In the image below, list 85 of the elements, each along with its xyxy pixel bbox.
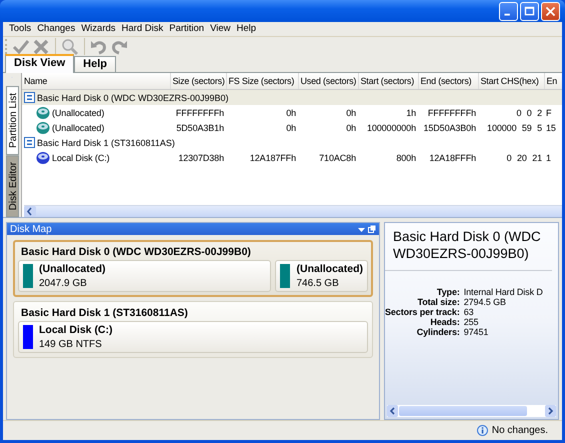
table-cell: FFFFFFFFh [176, 108, 224, 118]
disk-name: Basic Hard Disk 1 (ST3160811AS) [21, 307, 188, 320]
column-header[interactable]: En [544, 73, 562, 90]
disk-name: Basic Hard Disk 0 (WDC WD30EZRS-00J99B0) [37, 92, 229, 103]
column-header[interactable]: FS Size (sectors) [226, 73, 298, 90]
table-cell: 710AC8h [319, 152, 356, 163]
maximize-icon[interactable] [520, 2, 539, 20]
table-cell: 0h [346, 108, 356, 118]
property-value: 97451 [464, 326, 490, 337]
table-cell: FFFFFFFFh [428, 108, 476, 118]
scroll-left-icon[interactable] [387, 405, 398, 418]
partition-size: 746.5 GB [296, 278, 340, 290]
column-header[interactable]: Used (sectors) [298, 73, 358, 90]
disk-card[interactable]: Basic Hard Disk 0 (WDC WD30EZRS-00J99B0) (Unallocated) 2047.9 GB (Unallocated) 746.5 GB [13, 240, 373, 298]
column-header[interactable]: Start CHS(hex) [478, 73, 544, 90]
disk-name: Basic Hard Disk 0 (WDC WD30EZRS-00J99B0) [21, 246, 251, 258]
scroll-left-icon[interactable] [24, 206, 36, 218]
partition-name[interactable]: (Unallocated) [52, 122, 104, 133]
tab[interactable]: Disk View [5, 54, 74, 74]
side-tab[interactable]: Disk Editor [6, 154, 18, 218]
partition-icon [36, 150, 50, 165]
column-header[interactable]: Name [22, 73, 170, 90]
table-cell: 12307D38h [178, 152, 224, 163]
panel-title: Disk Map [10, 224, 53, 235]
table-cell: 15D50A3B0h [423, 122, 476, 133]
property-label: Sectors per track: [385, 306, 460, 317]
menu-item[interactable]: Hard Disk [118, 23, 166, 34]
partition-name: Local Disk (C:) [39, 324, 113, 336]
partition-icon [36, 120, 50, 135]
menu-item[interactable]: Partition [166, 23, 208, 34]
partition-size: 149 GB NTFS [39, 339, 103, 350]
property-label: Total size: [416, 296, 460, 307]
menu-item[interactable]: Changes [34, 23, 78, 34]
table-cell: 100000 59 5 [487, 122, 542, 133]
disk-row[interactable]: Basic Hard Disk 0 (WDC WD30EZRS-00J99B0) [22, 90, 562, 106]
column-header[interactable]: Start (sectors) [358, 73, 418, 90]
undock-icon[interactable] [368, 225, 376, 234]
partition-icon [36, 106, 50, 120]
table-cell: 12A18FFFh [429, 152, 476, 163]
disk-title: Basic Hard Disk 0 (WDC WD30EZRS-00J99B0) [385, 223, 552, 271]
minimize-icon[interactable] [499, 2, 518, 20]
table-cell: 15 [546, 122, 556, 133]
partition-block[interactable]: (Unallocated) 746.5 GB [275, 260, 368, 292]
dropdown-icon[interactable] [358, 226, 365, 233]
table-cell: 0 20 21 [506, 152, 542, 163]
status-message: No changes. [492, 425, 548, 436]
table-cell: 0h [286, 108, 296, 118]
column-header[interactable]: End (sectors) [418, 73, 478, 90]
disk-row[interactable]: Basic Hard Disk 1 (ST3160811AS) [22, 135, 562, 150]
partition-name: (Unallocated) [39, 263, 106, 276]
property-value: 255 [464, 316, 480, 327]
partition-block[interactable]: Local Disk (C:) 149 GB NTFS [18, 321, 368, 354]
partition-block[interactable]: (Unallocated) 2047.9 GB [18, 260, 272, 292]
menu-item[interactable]: Wizards [78, 23, 119, 34]
property-value: 63 [464, 306, 475, 317]
menu-item[interactable]: View [207, 23, 234, 34]
side-tab[interactable]: Partition List [6, 86, 18, 155]
table-cell: 800h [396, 152, 416, 163]
menu-item[interactable]: Tools [6, 23, 34, 34]
menu-item[interactable]: Help [234, 23, 260, 34]
table-cell: 0h [286, 122, 296, 133]
table-cell: 12A187FFh [250, 152, 296, 163]
property-label: Type: [436, 286, 460, 297]
property-value: 2794.5 GB [464, 296, 507, 307]
table-cell: 0h [346, 122, 356, 133]
info-icon [476, 425, 488, 436]
table-cell: 100000000h [366, 122, 416, 133]
column-header[interactable]: Size (sectors) [170, 73, 226, 90]
partition-size: 2047.9 GB [39, 278, 88, 290]
disk-card[interactable]: Basic Hard Disk 1 (ST3160811AS) Local Disk (C:) 149 GB NTFS [13, 301, 373, 358]
disk-name: Basic Hard Disk 1 (ST3160811AS) [37, 138, 175, 148]
table-cell: 0 0 2 [516, 108, 542, 118]
scroll-right-icon[interactable] [545, 405, 556, 418]
table-cell: 1 [546, 152, 551, 163]
scrollbar-thumb[interactable] [399, 406, 527, 416]
property-label: Cylinders: [416, 326, 460, 337]
table-cell: 1h [406, 108, 416, 118]
partition-name: (Unallocated) [296, 263, 363, 276]
tab[interactable]: Help [74, 56, 116, 72]
property-value: Internal Hard Disk D [464, 286, 544, 297]
property-label: Heads: [430, 316, 460, 327]
table-cell: 5D50A3B1h [176, 122, 224, 133]
partition-name[interactable]: (Unallocated) [52, 108, 104, 118]
table-cell: F [546, 108, 552, 118]
partition-name[interactable]: Local Disk (C:) [52, 152, 110, 163]
